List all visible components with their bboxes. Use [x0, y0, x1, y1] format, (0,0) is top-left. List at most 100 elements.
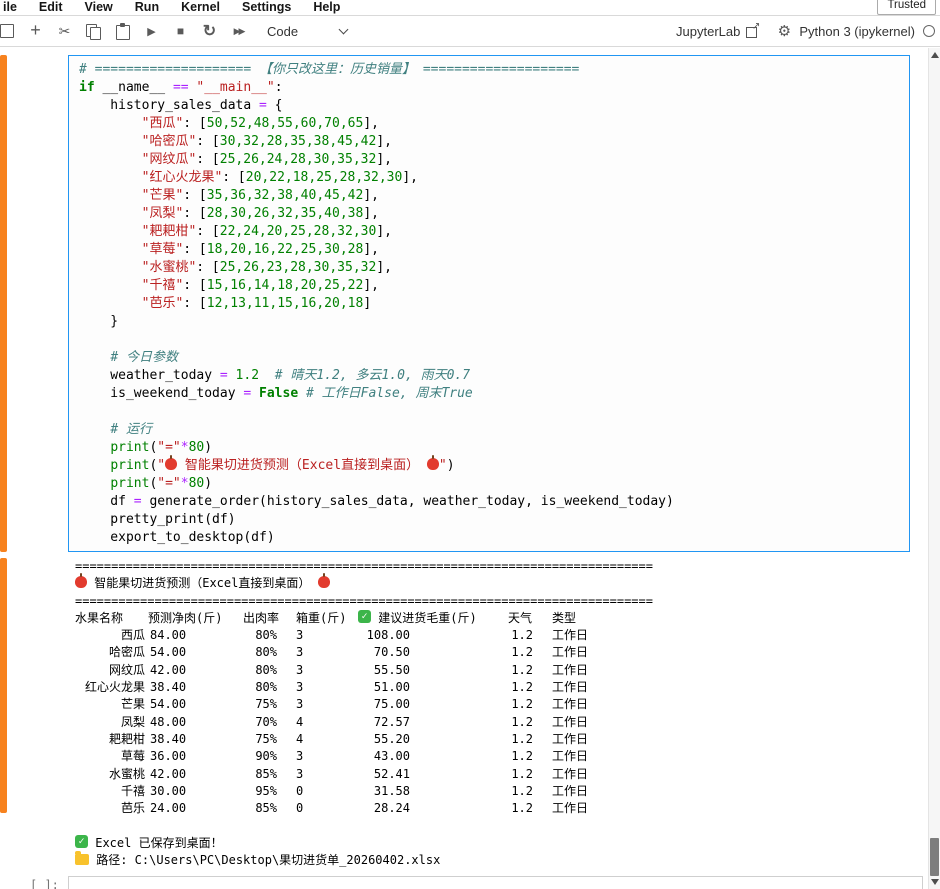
table-cell: 红心火龙果 [75, 679, 145, 696]
table-row: 芒果54.0075%375.001.2工作日 [75, 696, 930, 713]
code-line: "水蜜桃": [25,26,23,28,30,35,32], [79, 259, 903, 277]
scroll-up-icon[interactable] [931, 52, 939, 58]
table-cell: 80% [235, 662, 277, 679]
menu-item-help[interactable]: Help [302, 0, 351, 15]
code-line: "红心火龙果": [20,22,18,25,28,32,30], [79, 169, 903, 187]
code-cell-collapser[interactable] [0, 55, 7, 552]
table-cell: 38.40 [150, 731, 235, 748]
table-cell: 70% [235, 714, 277, 731]
table-cell: 80% [235, 644, 277, 661]
external-link-icon [746, 25, 759, 38]
code-cell-editor[interactable]: # ==================== 【你只改这里：历史销量】 ====… [68, 55, 910, 552]
interrupt-icon[interactable] [166, 16, 195, 46]
column-header: 天气 [508, 610, 532, 627]
menu-item-view[interactable]: View [74, 0, 124, 15]
code-line: "芒果": [35,36,32,38,40,45,42], [79, 187, 903, 205]
output-line: ========================================… [75, 593, 930, 610]
table-row: 草莓36.0090%343.001.2工作日 [75, 748, 930, 765]
copy-icon[interactable] [79, 16, 108, 46]
cell-output: ========================================… [75, 558, 930, 869]
menu-item-settings[interactable]: Settings [231, 0, 302, 15]
table-cell: 工作日 [552, 679, 588, 696]
table-cell: 3 [296, 662, 326, 679]
table-cell: 42.00 [150, 662, 235, 679]
table-cell: 48.00 [150, 714, 235, 731]
apple-icon [75, 576, 87, 588]
table-cell: 1.2 [410, 783, 533, 800]
output-line: Excel 已保存到桌面！ [75, 835, 930, 852]
table-header-row: 水果名称预测净肉(斤)出肉率箱重(斤) 建议进货毛重(斤)天气类型 [75, 610, 930, 627]
table-cell: 3 [296, 696, 326, 713]
table-cell: 哈密瓜 [75, 644, 145, 661]
output-line: 路径: C:\Users\PC\Desktop\果切进货单_20260402.x… [75, 852, 930, 869]
table-cell: 54.00 [150, 696, 235, 713]
table-cell: 36.00 [150, 748, 235, 765]
table-cell: 80% [235, 627, 277, 644]
menu-item-file[interactable]: ile [0, 0, 28, 15]
column-header: 预测净肉(斤) [148, 610, 222, 627]
table-cell: 工作日 [552, 748, 588, 765]
table-cell: 3 [296, 644, 326, 661]
menu-item-edit[interactable]: Edit [28, 0, 74, 15]
code-line: print("="*80) [79, 439, 903, 457]
save-icon[interactable] [0, 16, 21, 46]
code-line: # 今日参数 [79, 349, 903, 367]
run-all-icon[interactable] [224, 16, 253, 46]
run-icon[interactable] [137, 16, 166, 46]
cell-type-dropdown[interactable]: Code [267, 24, 347, 39]
check-icon [75, 835, 88, 848]
table-cell: 工作日 [552, 644, 588, 661]
kernel-status-icon[interactable] [923, 25, 935, 37]
scroll-down-icon[interactable] [931, 879, 939, 885]
table-row: 水蜜桃42.0085%352.411.2工作日 [75, 766, 930, 783]
notebook-panel: # ==================== 【你只改这里：历史销量】 ====… [0, 48, 940, 889]
table-cell: 芭乐 [75, 800, 145, 817]
kernel-name[interactable]: Python 3 (ipykernel) [799, 24, 915, 39]
menu-item-kernel[interactable]: Kernel [170, 0, 231, 15]
table-cell: 3 [296, 748, 326, 765]
code-line: "网纹瓜": [25,26,24,28,30,35,32], [79, 151, 903, 169]
add-icon[interactable] [21, 16, 50, 46]
scrollbar-thumb[interactable] [930, 838, 939, 876]
code-line: history_sales_data = { [79, 97, 903, 115]
column-header: 类型 [552, 610, 576, 627]
table-cell: 55.20 [326, 731, 410, 748]
table-cell: 工作日 [552, 627, 588, 644]
table-cell: 72.57 [326, 714, 410, 731]
code-line: # ==================== 【你只改这里：历史销量】 ====… [79, 61, 903, 79]
cut-icon[interactable] [50, 16, 79, 46]
trusted-button[interactable]: Trusted [877, 0, 936, 15]
code-line: export_to_desktop(df) [79, 529, 903, 547]
table-cell: 42.00 [150, 766, 235, 783]
table-cell: 85% [235, 800, 277, 817]
cell-prompt: [ ]: [30, 878, 59, 889]
paste-icon[interactable] [108, 16, 137, 46]
table-cell: 工作日 [552, 783, 588, 800]
gear-icon[interactable] [769, 22, 799, 41]
toolbar-right: JupyterLab Python 3 (ipykernel) [676, 22, 938, 41]
empty-cell-editor[interactable] [68, 876, 923, 889]
code-line [79, 403, 903, 421]
table-cell: 51.00 [326, 679, 410, 696]
table-cell: 70.50 [326, 644, 410, 661]
apple-icon [318, 576, 330, 588]
menu-item-run[interactable]: Run [124, 0, 170, 15]
table-cell: 芒果 [75, 696, 145, 713]
jupyterlab-link[interactable]: JupyterLab [676, 24, 759, 39]
scrollbar[interactable] [928, 48, 940, 889]
table-cell: 80% [235, 679, 277, 696]
apple-icon [165, 458, 177, 470]
table-cell: 1.2 [410, 679, 533, 696]
jupyterlab-label: JupyterLab [676, 24, 740, 39]
table-cell: 1.2 [410, 696, 533, 713]
menu-items: ileEditViewRunKernelSettingsHelp [0, 0, 351, 15]
table-row: 网纹瓜42.0080%355.501.2工作日 [75, 662, 930, 679]
table-cell: 1.2 [410, 644, 533, 661]
output-collapser[interactable] [0, 558, 7, 813]
restart-icon[interactable] [195, 16, 224, 46]
table-cell: 0 [296, 800, 326, 817]
apple-icon [427, 458, 439, 470]
column-header: 箱重(斤) [296, 610, 346, 627]
table-cell: 43.00 [326, 748, 410, 765]
table-cell: 38.40 [150, 679, 235, 696]
